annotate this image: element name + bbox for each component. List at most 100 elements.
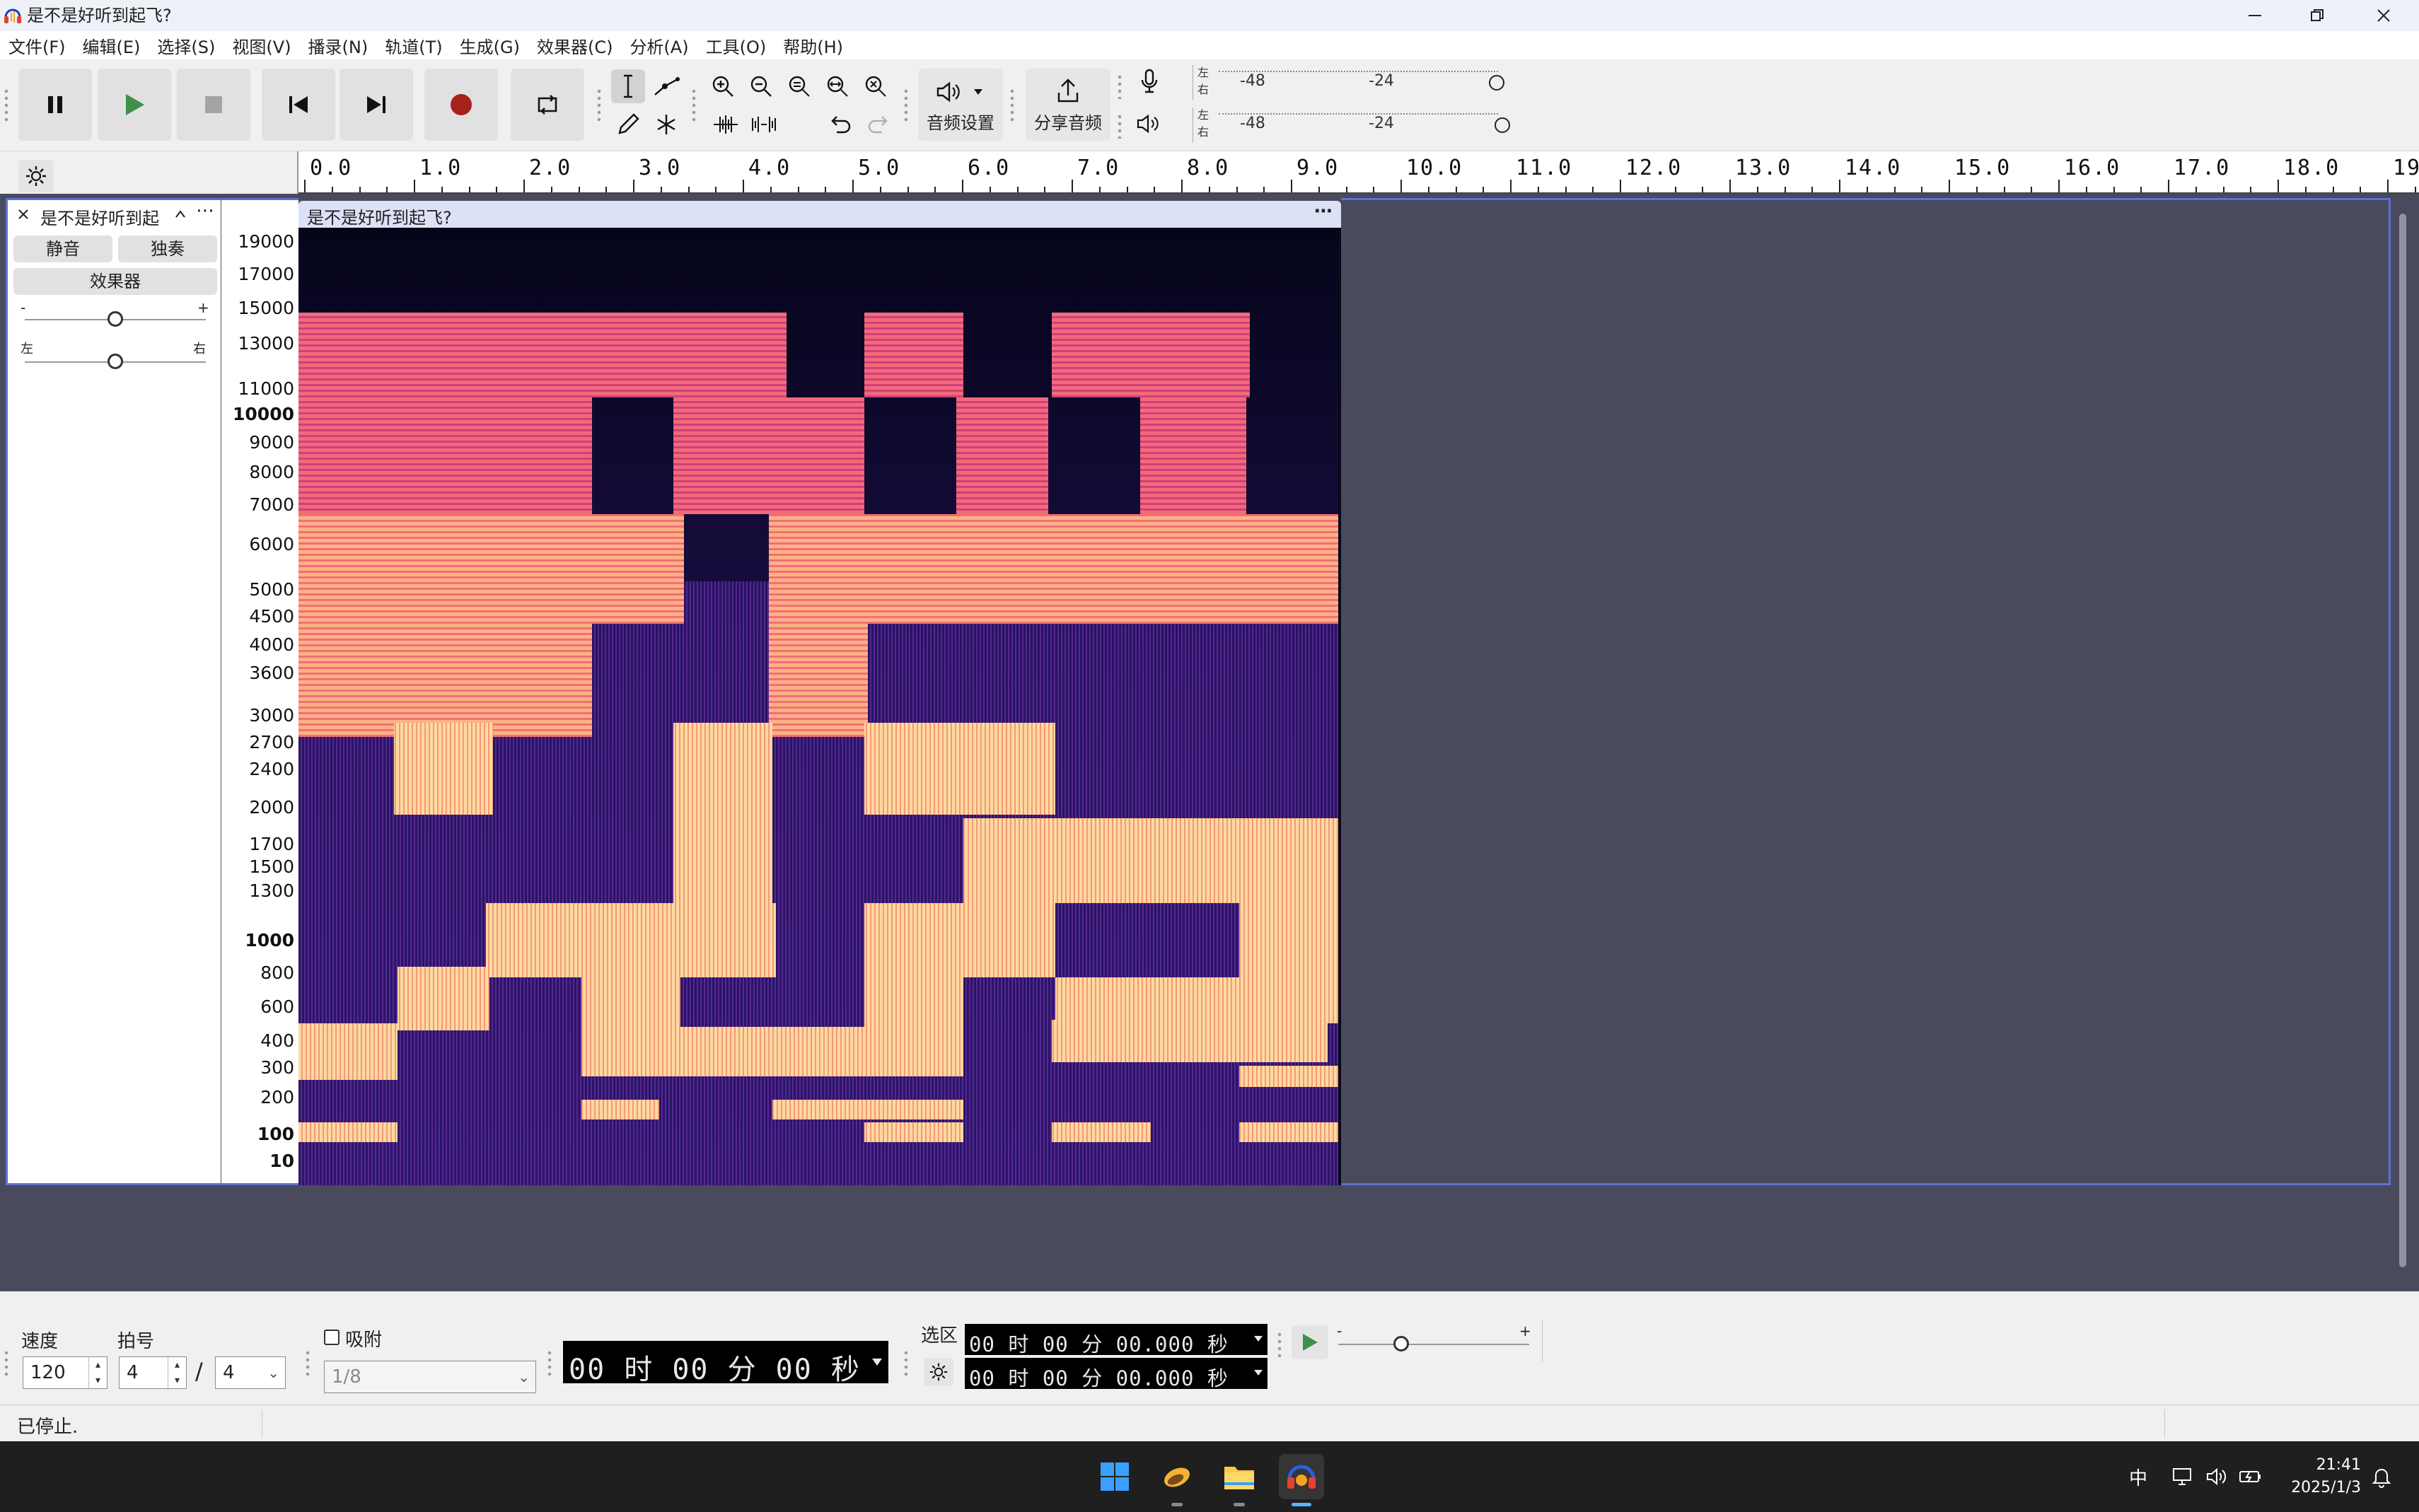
menu-select[interactable]: 选择(S) bbox=[157, 33, 215, 58]
skip-to-start-button[interactable] bbox=[262, 69, 335, 141]
play-meter-grip[interactable] bbox=[1116, 113, 1123, 139]
record-button[interactable] bbox=[424, 69, 498, 141]
selection-start-display[interactable]: 00 时 00 分 00.000 秒 bbox=[965, 1324, 1267, 1356]
pan-slider-thumb[interactable] bbox=[108, 354, 123, 369]
selection-settings-button[interactable] bbox=[924, 1358, 953, 1386]
frequency-label: 6000 bbox=[249, 534, 294, 554]
play-speed-slider-thumb[interactable] bbox=[1393, 1336, 1410, 1351]
gain-slider-thumb[interactable] bbox=[108, 311, 123, 327]
share-audio-button[interactable]: 分享音频 bbox=[1026, 69, 1110, 141]
audio-setup-grip[interactable] bbox=[903, 88, 910, 123]
close-button[interactable] bbox=[2353, 0, 2415, 31]
ruler-tick bbox=[496, 187, 498, 192]
track-name[interactable]: 是不是好听到起 bbox=[40, 204, 159, 229]
record-level-meter[interactable]: 左 右 -48 -24 bbox=[1193, 65, 1519, 100]
menu-tracks[interactable]: 轨道(T) bbox=[385, 33, 442, 58]
menu-generate[interactable]: 生成(G) bbox=[460, 33, 520, 58]
play-at-speed-button[interactable] bbox=[1292, 1325, 1328, 1359]
time-signature-grip[interactable] bbox=[3, 1349, 10, 1378]
edit-grip[interactable] bbox=[690, 88, 697, 123]
menu-file[interactable]: 文件(F) bbox=[8, 33, 66, 58]
time-grip[interactable] bbox=[546, 1349, 553, 1378]
share-grip[interactable] bbox=[1009, 88, 1016, 123]
record-gain-knob[interactable] bbox=[1489, 75, 1504, 91]
vertical-scrollbar[interactable] bbox=[2399, 214, 2406, 1267]
play-speed-slider[interactable] bbox=[1338, 1344, 1529, 1345]
menu-transport[interactable]: 播录(N) bbox=[308, 33, 369, 58]
stop-button[interactable] bbox=[177, 69, 250, 141]
frequency-label: 2000 bbox=[249, 797, 294, 818]
menu-help[interactable]: 帮助(H) bbox=[783, 33, 843, 58]
timeline-ruler[interactable]: 0.0 1.0 2.0 3.0 4.0 5.0 6.0 7.0 8.0 9.0 10.0 11.0 12… bbox=[298, 151, 2419, 194]
time-signature-top-input[interactable]: 4 ▴ ▾ bbox=[119, 1356, 187, 1389]
taskbar-audacity[interactable] bbox=[1279, 1454, 1324, 1506]
time-signature-top-stepper[interactable]: ▴ ▾ bbox=[168, 1357, 186, 1388]
clip-name[interactable]: 是不是好听到起飞? bbox=[307, 204, 452, 228]
folder-icon bbox=[1224, 1467, 1254, 1489]
start-button[interactable] bbox=[1092, 1454, 1137, 1499]
system-tray-icons[interactable] bbox=[2171, 1441, 2263, 1512]
taskbar-clock[interactable]: 21:41 2025/1/3 bbox=[2291, 1454, 2361, 1499]
play-speed-grip[interactable] bbox=[1276, 1331, 1283, 1359]
ime-indicator[interactable]: 中 bbox=[2129, 1441, 2147, 1512]
selection-end-display[interactable]: 00 时 00 分 00.000 秒 bbox=[965, 1358, 1267, 1390]
redo-button[interactable] bbox=[862, 107, 895, 141]
tempo-input[interactable]: 120 ▴ ▾ bbox=[23, 1356, 108, 1389]
asterisk-icon bbox=[657, 115, 675, 134]
play-button[interactable] bbox=[98, 69, 171, 141]
toolbar-grip[interactable] bbox=[3, 88, 10, 123]
effects-button[interactable]: 效果器 bbox=[13, 268, 217, 295]
menu-tools[interactable]: 工具(O) bbox=[706, 33, 767, 58]
snap-checkbox[interactable] bbox=[324, 1330, 340, 1345]
menu-effect[interactable]: 效果器(C) bbox=[537, 33, 613, 58]
selection-tool[interactable] bbox=[611, 69, 645, 103]
record-meter-button[interactable] bbox=[1132, 65, 1167, 98]
zoom-in-button[interactable] bbox=[706, 69, 740, 103]
selection-grip[interactable] bbox=[903, 1349, 910, 1378]
playback-level-meter[interactable]: 左 右 -48 -24 bbox=[1193, 107, 1519, 143]
close-track-button[interactable] bbox=[16, 207, 30, 224]
solo-button[interactable]: 独奏 bbox=[118, 235, 217, 262]
pause-button[interactable] bbox=[18, 69, 92, 141]
playback-meter-button[interactable] bbox=[1132, 107, 1167, 140]
tempo-stepper[interactable]: ▴ ▾ bbox=[88, 1357, 107, 1388]
snap-select[interactable]: 1/8 ⌄ bbox=[324, 1361, 536, 1393]
undo-button[interactable] bbox=[823, 107, 857, 141]
menu-edit[interactable]: 编辑(E) bbox=[83, 33, 141, 58]
minimize-button[interactable] bbox=[2224, 0, 2286, 31]
menu-analyze[interactable]: 分析(A) bbox=[630, 33, 688, 58]
draw-tool[interactable] bbox=[611, 107, 645, 141]
track-menu-button[interactable]: ⋯ bbox=[196, 200, 214, 221]
snap-grip[interactable] bbox=[304, 1349, 311, 1378]
empty-track-area[interactable] bbox=[1341, 198, 2391, 1185]
collapse-track-button[interactable] bbox=[173, 207, 187, 224]
tools-grip[interactable] bbox=[596, 88, 603, 123]
taskbar-app-bean[interactable] bbox=[1154, 1454, 1200, 1506]
timeline-settings-button[interactable] bbox=[18, 160, 54, 192]
zoom-out-button[interactable] bbox=[744, 69, 778, 103]
fit-project-button[interactable] bbox=[820, 69, 854, 103]
mute-button[interactable]: 静音 bbox=[13, 235, 112, 262]
multi-tool[interactable] bbox=[649, 107, 683, 141]
notifications-button[interactable] bbox=[2371, 1441, 2392, 1512]
time-signature-bottom-select[interactable]: 4 ⌄ bbox=[215, 1356, 286, 1389]
loop-button[interactable] bbox=[511, 69, 584, 141]
envelope-tool[interactable] bbox=[649, 69, 683, 103]
clip-header[interactable]: 是不是好听到起飞? ⋯ bbox=[298, 201, 1341, 228]
menu-view[interactable]: 视图(V) bbox=[232, 33, 291, 58]
fit-selection-button[interactable] bbox=[782, 69, 816, 103]
audio-setup-button[interactable]: 音频设置 bbox=[918, 69, 1003, 141]
frequency-scale[interactable]: 19000 17000 15000 13000 11000 10000 9000 8000 70… bbox=[221, 198, 298, 1185]
zoom-toggle-button[interactable] bbox=[859, 69, 893, 103]
record-meter-grip[interactable] bbox=[1116, 74, 1123, 99]
silence-button[interactable] bbox=[747, 107, 781, 141]
trim-button[interactable] bbox=[709, 107, 743, 141]
clip-menu-button[interactable]: ⋯ bbox=[1314, 201, 1333, 222]
time-display[interactable]: 00 时 00 分 00 秒 bbox=[563, 1341, 888, 1386]
playback-gain-knob[interactable] bbox=[1495, 117, 1510, 133]
skip-to-end-button[interactable] bbox=[340, 69, 413, 141]
track-control-panel[interactable]: 是不是好听到起 ⋯ 静音 独奏 效果器 - + 左 右 bbox=[6, 198, 221, 1185]
spectrogram-view[interactable] bbox=[298, 228, 1341, 1185]
taskbar-file-explorer[interactable] bbox=[1217, 1454, 1262, 1506]
restore-button[interactable] bbox=[2286, 0, 2348, 31]
